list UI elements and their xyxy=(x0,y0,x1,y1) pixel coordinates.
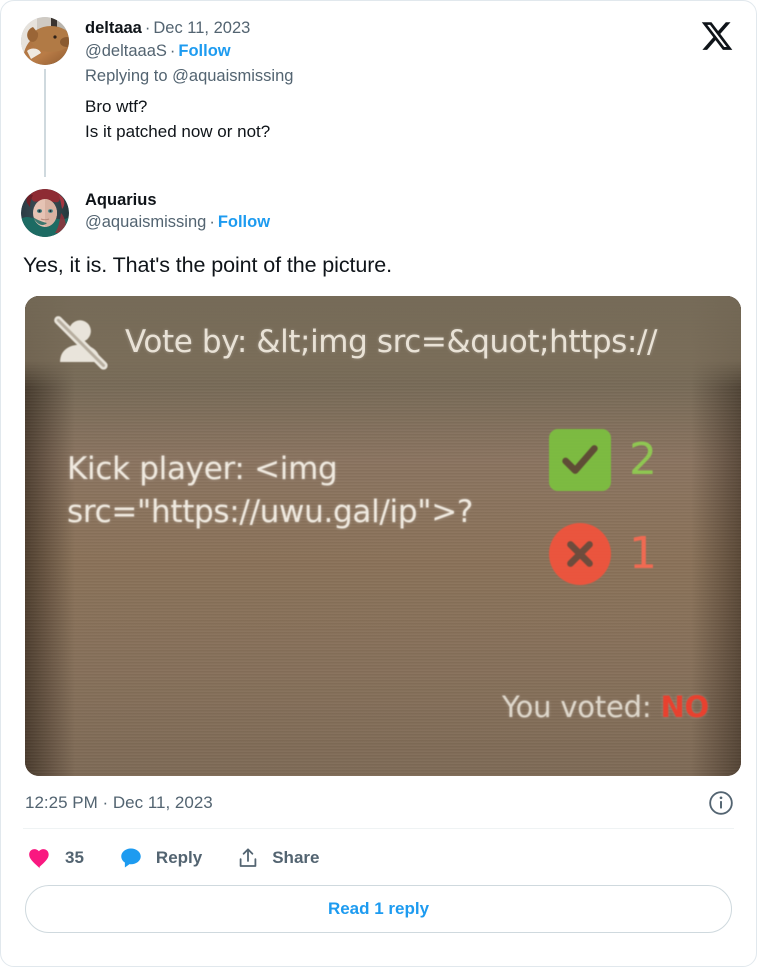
tweet-actions: 35 Reply Share xyxy=(1,829,756,885)
heart-icon xyxy=(27,845,53,871)
vote-question-text: Kick player: <img src="https://uwu.gal/i… xyxy=(67,451,474,530)
main-display-name[interactable]: Aquarius xyxy=(85,191,157,209)
thread-connector-line xyxy=(44,69,46,177)
parent-handle[interactable]: @deltaaaS xyxy=(85,42,167,60)
check-square-icon xyxy=(549,429,611,491)
parent-name-separator: · xyxy=(144,19,151,37)
parent-avatar-column xyxy=(21,17,69,177)
you-voted-status: You voted: NO xyxy=(502,690,709,724)
speech-bubble-icon xyxy=(118,845,144,871)
main-tweet-header: Aquarius @aquaismissing · Follow xyxy=(69,189,736,233)
parent-follow-button[interactable]: Follow xyxy=(178,42,230,60)
main-follow-button[interactable]: Follow xyxy=(218,213,270,231)
tweet-meta-row: 12:25 PM · Dec 11, 2023 xyxy=(1,776,756,828)
vote-header-bar: Vote by: &lt;img src=&quot;https:// xyxy=(25,296,741,388)
like-count: 35 xyxy=(65,848,84,867)
parent-handle-line: @deltaaaS · Follow xyxy=(85,40,736,63)
parent-tweet-body: deltaaa · Dec 11, 2023 @deltaaaS · Follow Re… xyxy=(69,17,736,144)
reply-button[interactable]: Reply xyxy=(118,845,202,871)
main-handle-line: @aquaismissing · Follow xyxy=(85,211,736,233)
vote-no-count: 1 xyxy=(629,528,657,579)
vote-yes-count: 2 xyxy=(629,434,657,485)
like-button[interactable]: 35 xyxy=(27,845,84,871)
tweet-media-image[interactable]: Vote by: &lt;img src=&quot;https:// Kick… xyxy=(25,296,741,776)
vote-header-text: Vote by: &lt;img src=&quot;https:// xyxy=(125,324,658,360)
parent-handle-separator: · xyxy=(169,42,176,60)
tweet-card: deltaaa · Dec 11, 2023 @deltaaaS · Follow Re… xyxy=(0,0,757,967)
you-voted-label: You voted: xyxy=(501,690,661,724)
replying-to-line: Replying to @aquaismissing xyxy=(85,64,736,89)
replying-to-handle[interactable]: @aquaismissing xyxy=(172,67,293,85)
x-circle-icon xyxy=(549,523,611,585)
vote-tally-no: 1 xyxy=(543,518,723,590)
parent-tweet-text: Bro wtf? Is it patched now or not? xyxy=(85,97,271,141)
main-tweet: Aquarius @aquaismissing · Follow Yes, it i… xyxy=(1,177,756,776)
vote-tallies: 2 1 xyxy=(543,424,723,590)
info-circle-icon[interactable] xyxy=(708,790,734,816)
parent-display-name[interactable]: deltaaa xyxy=(85,19,142,37)
main-display-name-line: Aquarius xyxy=(85,189,736,211)
vote-tally-yes: 2 xyxy=(543,424,723,496)
main-tweet-text: Yes, it is. That's the point of the pict… xyxy=(23,253,393,277)
main-handle-separator: · xyxy=(209,213,215,231)
read-replies-button[interactable]: Read 1 reply xyxy=(25,885,732,933)
avatar[interactable] xyxy=(21,17,69,65)
reply-label: Reply xyxy=(155,848,203,867)
share-button[interactable]: Share xyxy=(236,846,319,870)
share-label: Share xyxy=(272,848,320,867)
x-logo-icon[interactable] xyxy=(700,19,734,53)
avatar[interactable] xyxy=(21,189,69,237)
vote-question-block: Kick player: <img src="https://uwu.gal/i… xyxy=(67,448,567,534)
read-replies-wrap: Read 1 reply xyxy=(1,885,756,951)
parent-tweet: deltaaa · Dec 11, 2023 @deltaaaS · Follow Re… xyxy=(1,1,756,177)
replying-to-prefix: Replying to xyxy=(85,67,173,85)
person-slash-icon xyxy=(51,313,109,371)
tweet-timestamp: 12:25 PM · Dec 11, 2023 xyxy=(25,793,213,812)
parent-date: Dec 11, 2023 xyxy=(153,19,251,37)
parent-name-line: deltaaa · Dec 11, 2023 xyxy=(85,17,736,40)
share-arrow-icon xyxy=(236,846,260,870)
main-handle[interactable]: @aquaismissing xyxy=(85,213,206,231)
you-voted-value: NO xyxy=(660,690,709,724)
